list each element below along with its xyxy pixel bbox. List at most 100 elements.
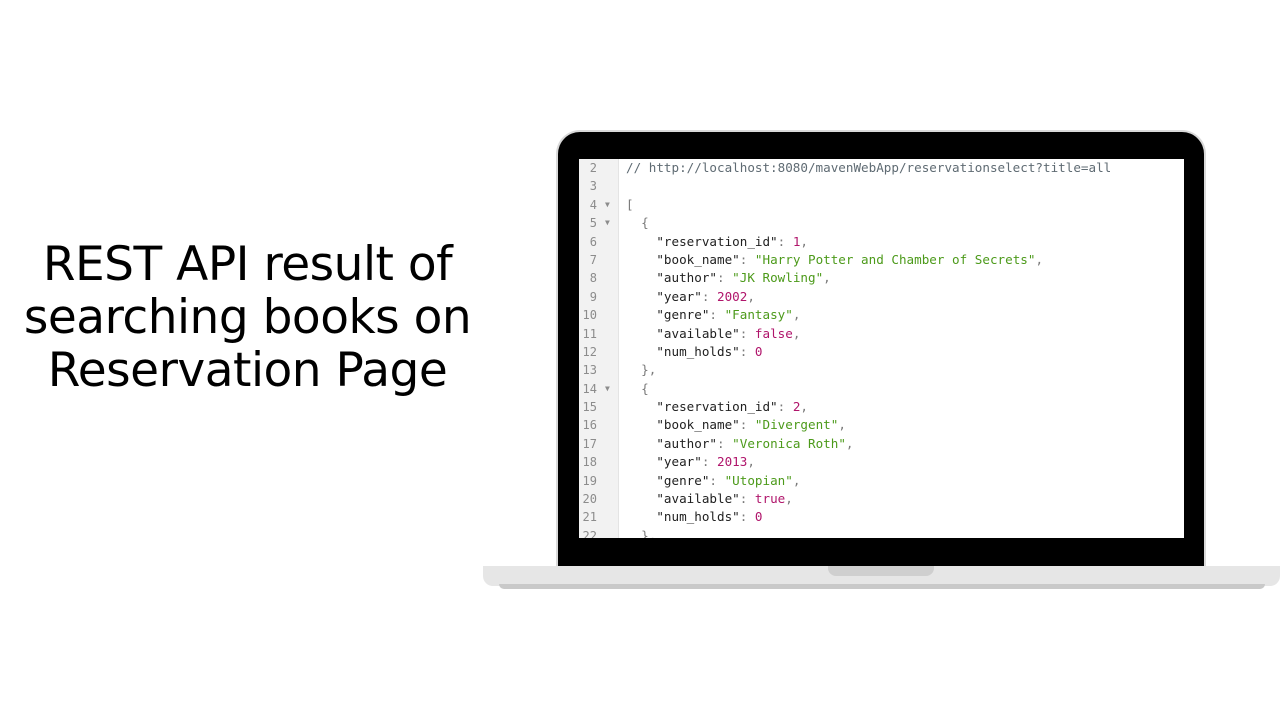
code-text: "num_holds": 0 (626, 508, 762, 526)
laptop-notch (828, 566, 934, 576)
code-token-key: "reservation_id" (626, 399, 778, 415)
code-line: 19 "genre": "Utopian", (579, 472, 1184, 490)
code-token-punct: : (709, 307, 725, 323)
line-number: 15 (582, 400, 597, 415)
code-token-str: "JK Rowling" (732, 270, 824, 286)
code-line: 3 (579, 177, 1184, 195)
code-token-punct: , (838, 417, 846, 433)
code-token-punct: , (1035, 251, 1044, 267)
code-line: 22 }, (579, 527, 1184, 538)
headline: REST API result of searching books on Re… (20, 238, 475, 397)
code-token-punct: , (747, 454, 755, 470)
code-token-punct: , (785, 491, 793, 507)
line-number: 20 (582, 492, 597, 507)
fold-arrow-icon[interactable]: ▼ (605, 380, 610, 398)
code-line: 2 // http://localhost:8080/mavenWebApp/re… (579, 159, 1184, 177)
code-token-punct: , (800, 233, 809, 249)
line-number: 12 (582, 344, 597, 359)
line-number: 19 (582, 473, 597, 488)
code-text: "num_holds": 0 (626, 343, 763, 361)
code-text: "reservation_id": 2, (626, 398, 808, 416)
code-token-key: "reservation_id" (626, 233, 778, 249)
code-token-key: "available" (626, 325, 740, 341)
line-number: 16 (582, 418, 597, 433)
code-text: }, (626, 527, 656, 538)
line-number: 5 (589, 216, 597, 231)
code-token-bool: false (754, 325, 793, 341)
code-line: 17 "author": "Veronica Roth", (579, 435, 1184, 453)
code-text: { (626, 214, 649, 232)
laptop-base-shadow (499, 584, 1265, 589)
code-token-punct: : (777, 399, 793, 415)
code-token-key: "year" (626, 454, 702, 470)
code-text: "reservation_id": 1, (626, 233, 808, 251)
laptop-lid: 2 // http://localhost:8080/mavenWebApp/re… (558, 132, 1204, 572)
code-line: 7 "book_name": "Harry Potter and Chamber… (579, 251, 1184, 269)
code-line: 20 "available": true, (579, 490, 1184, 508)
code-token-key: "author" (626, 270, 717, 286)
code-text: { (626, 380, 649, 398)
code-token-punct: , (845, 435, 854, 451)
headline-line-2: searching books on (23, 290, 472, 345)
code-text: "book_name": "Divergent", (626, 416, 846, 434)
code-text: "year": 2002, (626, 288, 755, 306)
code-token-str: "Veronica Roth" (732, 435, 846, 451)
code-line: 12 "num_holds": 0 (579, 343, 1184, 361)
code-line: 13 }, (579, 361, 1184, 379)
code-text: // http://localhost:8080/mavenWebApp/res… (626, 159, 1111, 177)
code-token-punct: : (717, 435, 733, 451)
code-token-key: "book_name" (626, 417, 740, 433)
code-token-str: "Fantasy" (724, 307, 793, 323)
code-token-punct: : (739, 343, 755, 359)
code-text: "book_name": "Harry Potter and Chamber o… (626, 251, 1043, 269)
code-token-key: "available" (626, 491, 740, 507)
code-token-bool: true (754, 491, 786, 507)
code-token-punct: : (701, 454, 717, 470)
code-token-punct: }, (626, 362, 657, 378)
code-text: "author": "JK Rowling", (626, 269, 831, 287)
code-token-key: "author" (626, 435, 717, 451)
code-token-punct: , (792, 307, 801, 323)
code-text: "author": "Veronica Roth", (626, 435, 854, 453)
line-number: 13 (582, 363, 597, 378)
code-line: 6 "reservation_id": 1, (579, 233, 1184, 251)
slide: REST API result of searching books on Re… (0, 0, 1280, 720)
code-text: [ (626, 196, 634, 214)
code-token-key: "year" (626, 288, 702, 304)
code-editor-screen: 2 // http://localhost:8080/mavenWebApp/re… (579, 159, 1184, 538)
code-token-key: "genre" (626, 472, 710, 488)
line-number: 10 (582, 308, 597, 323)
code-line: 11 "available": false, (579, 325, 1184, 343)
code-token-key: "book_name" (626, 251, 740, 267)
code-token-punct: , (823, 270, 831, 286)
code-token-punct: , (800, 399, 809, 415)
code-token-key: "num_holds" (626, 509, 740, 525)
code-token-num: 2013 (717, 454, 748, 470)
code-token-str: "Utopian" (724, 472, 793, 488)
line-number: 8 (589, 271, 597, 286)
code-token-punct: }, (626, 527, 657, 538)
line-number: 2 (589, 161, 597, 175)
line-number: 18 (582, 455, 597, 470)
line-number: 3 (589, 179, 597, 194)
code-token-punct: , (747, 288, 755, 304)
code-token-punct: : (709, 472, 725, 488)
code-token-punct: : (739, 491, 755, 507)
code-line: 5 ▼ { (579, 214, 1184, 232)
code-token-comment: // http://localhost:8080/mavenWebApp/res… (626, 160, 1112, 175)
fold-arrow-icon[interactable]: ▼ (605, 196, 610, 214)
line-number: 22 (582, 528, 597, 538)
code-token-num: 0 (754, 343, 763, 359)
code-token-num: 2002 (717, 288, 748, 304)
code-text: "year": 2013, (626, 453, 755, 471)
code-line: 18 "year": 2013, (579, 453, 1184, 471)
fold-arrow-icon[interactable]: ▼ (605, 214, 610, 232)
line-number: 17 (582, 436, 597, 451)
code-token-punct: { (626, 215, 649, 231)
code-token-punct: , (792, 325, 801, 341)
code-text: }, (626, 361, 656, 379)
code-token-punct: [ (626, 196, 634, 212)
line-number: 21 (582, 510, 597, 525)
headline-line-1: REST API result of (42, 237, 453, 292)
code-token-key: "genre" (626, 307, 710, 323)
